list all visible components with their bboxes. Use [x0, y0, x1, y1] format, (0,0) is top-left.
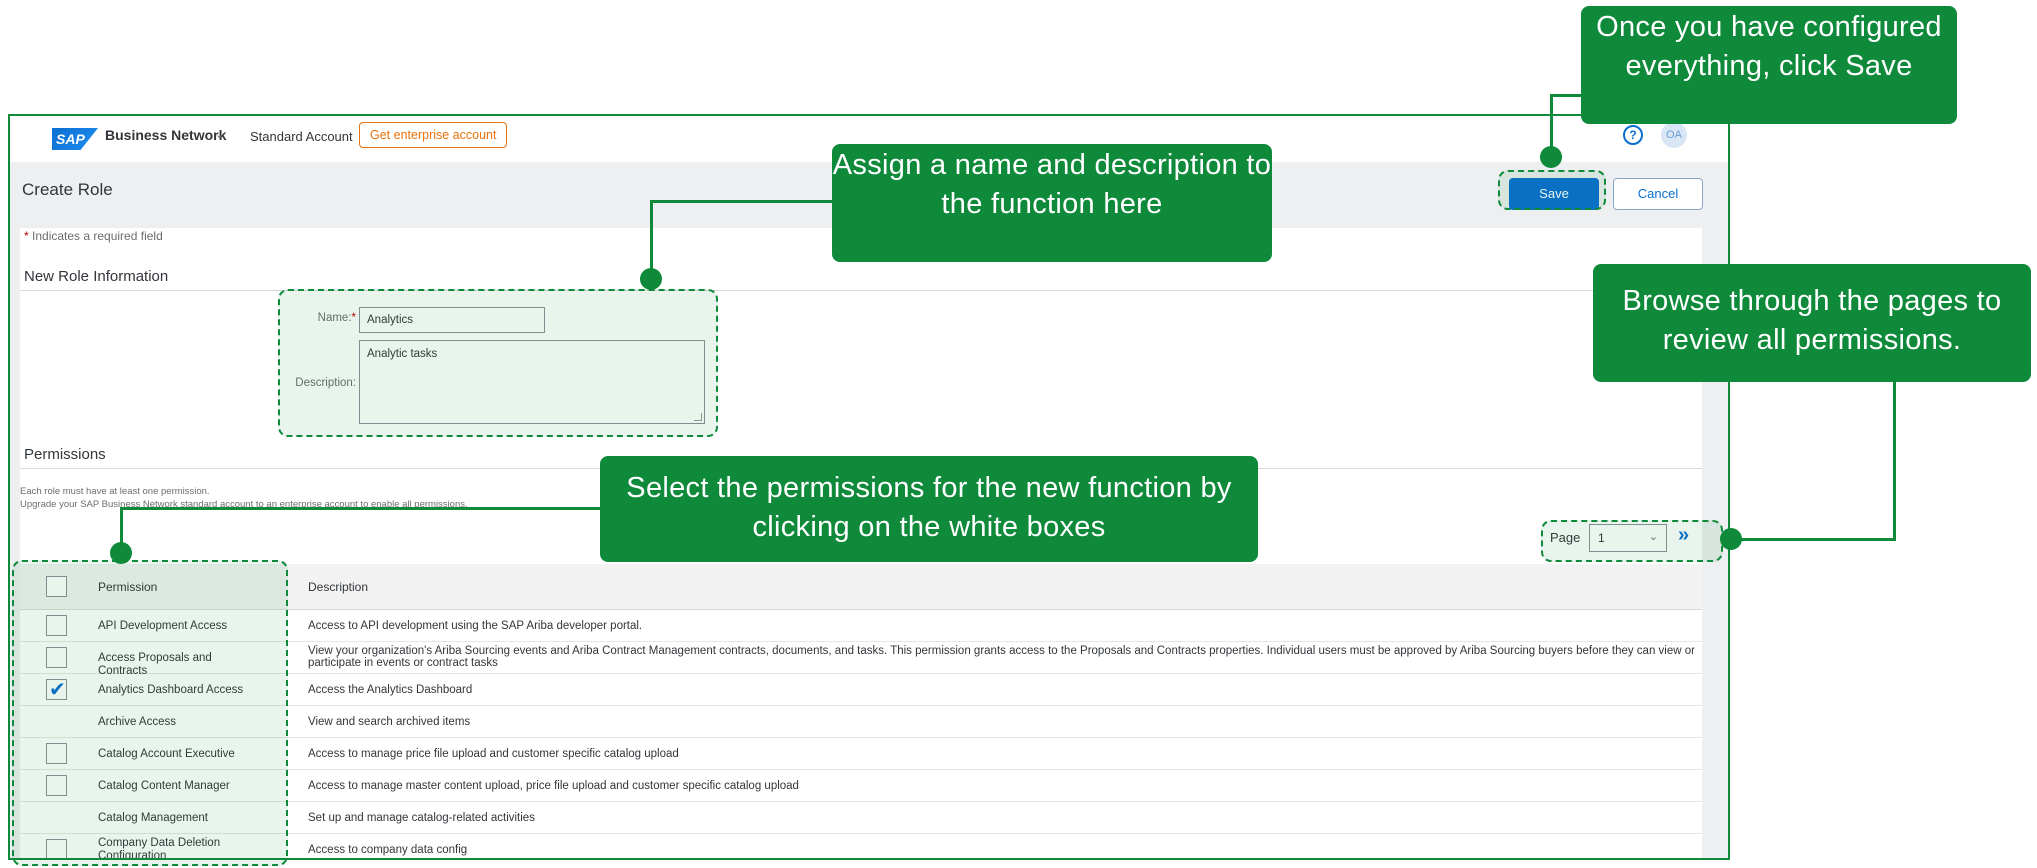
- help-icon[interactable]: ?: [1623, 125, 1643, 145]
- callout-browse-pages: Browse through the pages to review all p…: [1593, 264, 2031, 382]
- product-name[interactable]: Business Network: [105, 127, 226, 143]
- connector-line: [120, 507, 602, 510]
- permission-description: Set up and manage catalog-related activi…: [308, 812, 535, 824]
- connector-dot: [110, 542, 132, 564]
- permission-description: Access to manage master content upload, …: [308, 780, 799, 792]
- column-header-description: Description: [308, 580, 369, 594]
- permission-checkbox-highlight: [12, 560, 288, 866]
- permission-description: View your organization's Ariba Sourcing …: [308, 645, 1695, 669]
- callout-name-description: Assign a name and description to the fun…: [832, 144, 1272, 262]
- chevron-down-icon[interactable]: ⌄: [215, 128, 224, 141]
- callout-select-permissions: Select the permissions for the new funct…: [600, 456, 1258, 562]
- connector-dot: [1540, 146, 1562, 168]
- name-description-highlight: [278, 289, 718, 437]
- save-highlight: [1498, 170, 1606, 210]
- permission-description: Access to manage price file upload and c…: [308, 748, 679, 760]
- connector-dot: [640, 268, 662, 290]
- permissions-note-1: Each role must have at least one permiss…: [20, 486, 210, 497]
- permission-description: Access the Analytics Dashboard: [308, 684, 473, 696]
- callout-save: Once you have configured everything, cli…: [1581, 6, 1957, 124]
- permission-description: Access to company data config: [308, 844, 468, 856]
- permission-description: Access to API development using the SAP …: [308, 620, 643, 632]
- connector-line: [1893, 380, 1896, 540]
- connector-line: [650, 200, 834, 203]
- page-title: Create Role: [22, 180, 113, 199]
- permission-description: View and search archived items: [308, 716, 471, 728]
- account-type-label: Standard Account: [250, 129, 353, 144]
- connector-dot: [1720, 528, 1742, 550]
- get-enterprise-account-button[interactable]: Get enterprise account: [359, 122, 508, 148]
- connector-line: [650, 200, 653, 278]
- cancel-button[interactable]: Cancel: [1613, 178, 1703, 210]
- new-role-section-title: New Role Information: [24, 268, 169, 285]
- required-field-note: * Indicates a required field: [24, 229, 163, 243]
- required-note-text: Indicates a required field: [28, 229, 163, 243]
- pagination-highlight: [1541, 520, 1723, 562]
- connector-line: [1550, 94, 1582, 97]
- permissions-section-title: Permissions: [24, 446, 106, 463]
- sap-logo: SAP: [52, 128, 98, 150]
- connector-line: [1730, 538, 1896, 541]
- divider: [20, 290, 1702, 291]
- avatar[interactable]: OA: [1661, 122, 1687, 148]
